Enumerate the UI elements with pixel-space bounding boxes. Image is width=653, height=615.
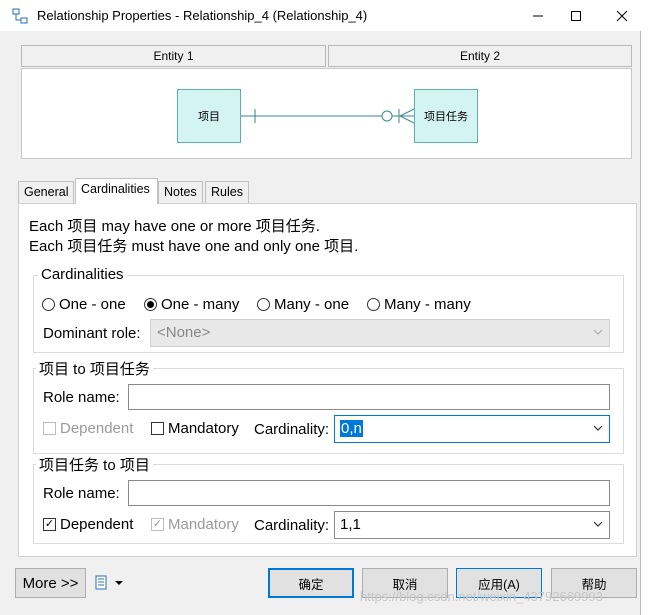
tab-cardinalities[interactable]: Cardinalities (75, 178, 158, 204)
checkbox-label: Dependent (60, 516, 134, 533)
tab-notes[interactable]: Notes (158, 181, 203, 203)
role-b-name-input[interactable] (128, 480, 610, 506)
chevron-down-icon (593, 521, 603, 527)
entity-box-2[interactable]: 项目任务 (414, 89, 478, 143)
background-window-edge (640, 31, 653, 615)
radio-icon (42, 298, 55, 311)
relationship-icon (12, 8, 28, 24)
checkbox-label: Mandatory (168, 420, 239, 437)
radio-selected-icon (144, 298, 157, 311)
mandatory-b-checkbox[interactable]: ✓ Mandatory (151, 516, 239, 533)
cardinality-label: Cardinality: (254, 517, 330, 534)
document-list-icon (95, 575, 107, 590)
role-b-group-title: 项目任务 to 项目 (36, 454, 153, 475)
checkbox-label: Mandatory (168, 516, 239, 533)
radio-label: One - one (59, 296, 126, 313)
checkbox-checked-icon: ✓ (151, 518, 164, 531)
chevron-down-icon (593, 425, 603, 431)
caret-down-icon (115, 581, 123, 585)
checkbox-label: Dependent (60, 420, 134, 437)
dominant-role-label: Dominant role: (43, 325, 141, 342)
ok-button[interactable]: 确定 (268, 568, 354, 598)
maximize-icon (571, 10, 581, 21)
radio-label: Many - many (384, 296, 471, 313)
entity1-header: Entity 1 (21, 45, 326, 67)
radio-one-many[interactable]: One - many (144, 296, 239, 313)
role-a-name-input[interactable] (128, 384, 610, 410)
radio-icon (257, 298, 270, 311)
entity-header: Entity 1 Entity 2 (21, 45, 632, 68)
toolbar-dropdown-button[interactable] (94, 574, 126, 592)
role-name-label: Role name: (43, 389, 120, 406)
entity2-name: 项目任务 (424, 111, 468, 123)
maximize-button[interactable] (553, 0, 599, 31)
minimize-icon (533, 15, 543, 16)
radio-label: One - many (161, 296, 240, 313)
cardinality-label: Cardinality: (254, 421, 330, 438)
checkbox-icon (151, 422, 164, 435)
dependent-a-checkbox[interactable]: Dependent (43, 420, 133, 437)
radio-many-one[interactable]: Many - one (257, 296, 349, 313)
chevron-down-icon (593, 329, 603, 335)
dominant-role-select[interactable]: <None> (150, 319, 610, 347)
cardinality-a-combo[interactable]: 0,n (334, 415, 610, 443)
more-button[interactable]: More >> (15, 568, 86, 598)
cardinalities-group-title: Cardinalities (38, 266, 127, 283)
dominant-role-value: <None> (157, 324, 211, 341)
relationship-description-2: Each 项目任务 must have one and only one 项目. (29, 238, 359, 255)
entity1-name: 项目 (198, 111, 220, 123)
relationship-diagram: 项目 项目任务 (21, 68, 632, 159)
role-name-label: Role name: (43, 485, 120, 502)
cardinality-a-value: 0,n (340, 420, 363, 437)
radio-label: Many - one (274, 296, 350, 313)
cardinality-b-value: 1,1 (340, 516, 361, 533)
entity2-header: Entity 2 (328, 45, 632, 67)
entity-box-1[interactable]: 项目 (177, 89, 241, 143)
checkbox-icon (43, 422, 56, 435)
dependent-b-checkbox[interactable]: ✓ Dependent (43, 516, 133, 533)
watermark: https://blog.csdn.net/weixin_43792669993 (360, 589, 603, 604)
tab-general[interactable]: General (18, 181, 74, 203)
radio-one-one[interactable]: One - one (42, 296, 126, 313)
radio-icon (367, 298, 380, 311)
close-button[interactable] (599, 0, 645, 31)
cardinality-b-combo[interactable]: 1,1 (334, 511, 610, 539)
relationship-line (241, 108, 415, 124)
window-title: Relationship Properties - Relationship_4… (37, 8, 368, 23)
tab-rules[interactable]: Rules (205, 181, 249, 203)
close-icon (616, 10, 628, 21)
checkbox-checked-icon: ✓ (43, 518, 56, 531)
relationship-description-1: Each 项目 may have one or more 项目任务. (29, 218, 320, 235)
role-a-group-title: 项目 to 项目任务 (36, 358, 153, 379)
radio-many-many[interactable]: Many - many (367, 296, 471, 313)
mandatory-a-checkbox[interactable]: Mandatory (151, 420, 239, 437)
